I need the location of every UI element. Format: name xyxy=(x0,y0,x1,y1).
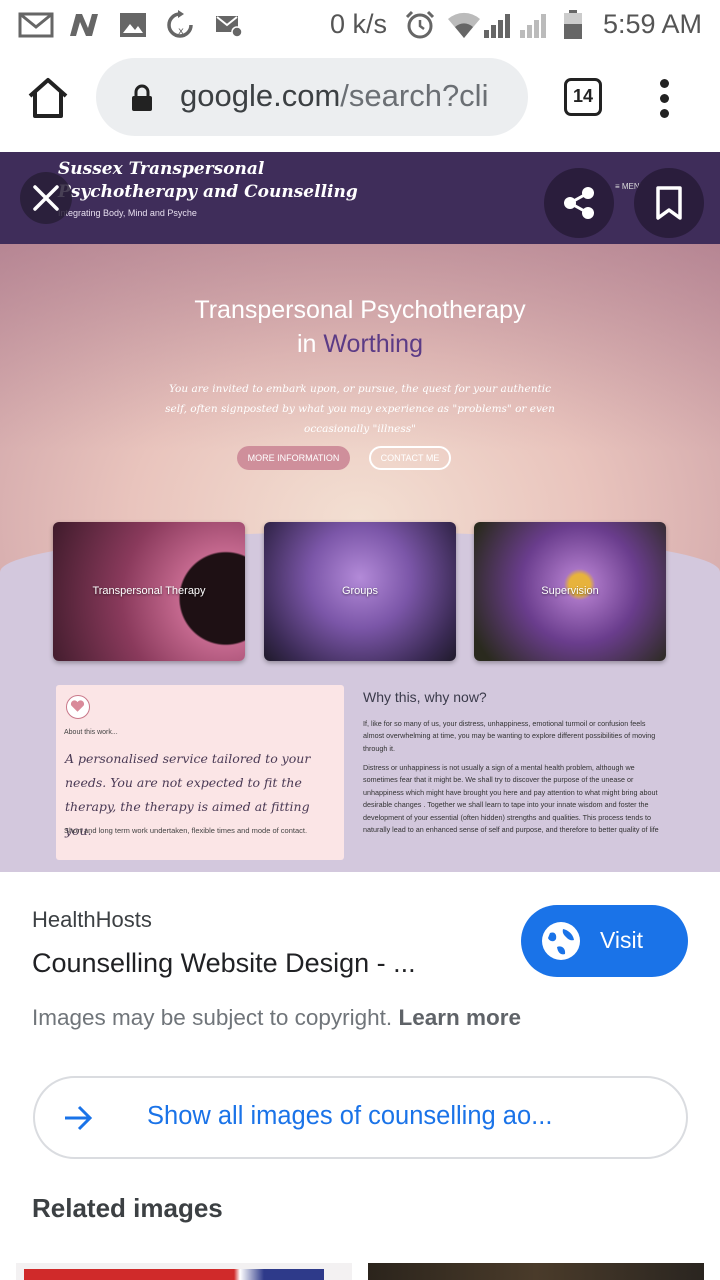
related-images-heading: Related images xyxy=(32,1193,223,1223)
preview-site-title-line1: Sussex Transpersonal xyxy=(58,159,265,179)
preview-site-title: Sussex Transpersonal Psychotherapy and C… xyxy=(58,158,358,204)
signal-icon xyxy=(520,14,546,38)
preview-card-label: Groups xyxy=(341,585,379,597)
preview-why-paragraph-2: Distress or unhappiness is not usually a… xyxy=(363,763,659,835)
preview-why-paragraph-1: If, like for so many of us, your distres… xyxy=(363,719,656,753)
preview-hero-place: Worthing xyxy=(323,330,423,358)
sync-icon: x xyxy=(167,10,193,38)
bookmark-icon xyxy=(656,186,682,220)
close-icon[interactable] xyxy=(20,172,72,224)
signal-icon xyxy=(484,14,510,38)
lock-icon xyxy=(132,84,152,111)
url-host: google.com xyxy=(180,78,341,113)
share-button[interactable] xyxy=(544,168,614,238)
save-button[interactable] xyxy=(634,168,704,238)
preview-about-box: About this work... A personalised servic… xyxy=(56,685,344,860)
preview-site-tagline: Integrating Body, Mind and Psyche xyxy=(58,208,197,218)
preview-hero-body: You are invited to embark upon, or pursu… xyxy=(165,383,555,435)
preview-more-info-button: MORE INFORMATION xyxy=(237,446,350,470)
related-image-thumbnail[interactable] xyxy=(16,1263,352,1280)
svg-text:x: x xyxy=(178,26,184,37)
copyright-notice: Images may be subject to copyright. Lear… xyxy=(32,1005,521,1031)
gallery-icon xyxy=(120,13,146,37)
preview-hero-in: in xyxy=(296,330,317,358)
overflow-menu-icon[interactable] xyxy=(650,76,678,120)
show-all-images-button[interactable]: Show all images of counselling ao... xyxy=(33,1076,688,1159)
preview-small-text: Short and long term work undertaken, fle… xyxy=(64,826,308,835)
preview-hero-subtitle: in Worthing xyxy=(0,330,720,359)
net-speed: 0 k/s xyxy=(330,9,388,39)
preview-card-transpersonal: Transpersonal Therapy xyxy=(53,522,245,661)
globe-icon xyxy=(542,922,580,960)
share-icon xyxy=(564,187,594,219)
url-text: google.com/search?cli xyxy=(180,78,510,114)
copyright-text: Images may be subject to copyright. xyxy=(32,1005,393,1030)
browser-toolbar: google.com/search?cli 14 xyxy=(0,50,720,150)
preview-site-title-line2: Psychotherapy and Counselling xyxy=(58,182,358,202)
preview-about-label: About this work... xyxy=(64,729,118,736)
heart-icon xyxy=(66,695,90,719)
result-source: HealthHosts xyxy=(32,907,152,932)
preview-card-label: Transpersonal Therapy xyxy=(92,585,206,597)
preview-why-title: Why this, why now? xyxy=(363,689,487,705)
status-bar: x 0 k/s 5:59 AM xyxy=(0,0,720,50)
show-all-label: Show all images of counselling ao... xyxy=(147,1102,553,1130)
preview-card-supervision: Supervision xyxy=(474,522,666,661)
battery-icon xyxy=(564,10,582,39)
preview-card-label: Supervision xyxy=(541,585,599,597)
preview-hero-title: Transpersonal Psychotherapy xyxy=(194,296,526,324)
result-title[interactable]: Counselling Website Design - ... xyxy=(32,948,502,979)
visit-label: Visit xyxy=(600,927,644,953)
preview-contact-button: CONTACT ME xyxy=(369,446,451,470)
preview-card-groups: Groups xyxy=(264,522,456,661)
related-image-thumbnail[interactable] xyxy=(368,1263,704,1280)
learn-more-link[interactable]: Learn more xyxy=(398,1005,521,1030)
home-icon[interactable] xyxy=(22,72,74,124)
clock: 5:59 AM xyxy=(602,9,702,39)
mail-off-icon xyxy=(216,16,243,38)
visit-button[interactable]: Visit xyxy=(521,905,688,977)
notification-n-icon xyxy=(70,14,98,36)
alarm-icon xyxy=(405,10,435,39)
gmail-icon xyxy=(18,12,54,38)
tab-switcher-button[interactable]: 14 xyxy=(564,78,602,116)
url-bar[interactable]: google.com/search?cli xyxy=(96,58,528,136)
wifi-icon xyxy=(448,12,480,38)
image-preview: Transpersonal Psychotherapy in Worthing … xyxy=(0,152,720,872)
url-path: /search?cli xyxy=(340,78,489,113)
arrow-right-icon xyxy=(65,1105,93,1131)
